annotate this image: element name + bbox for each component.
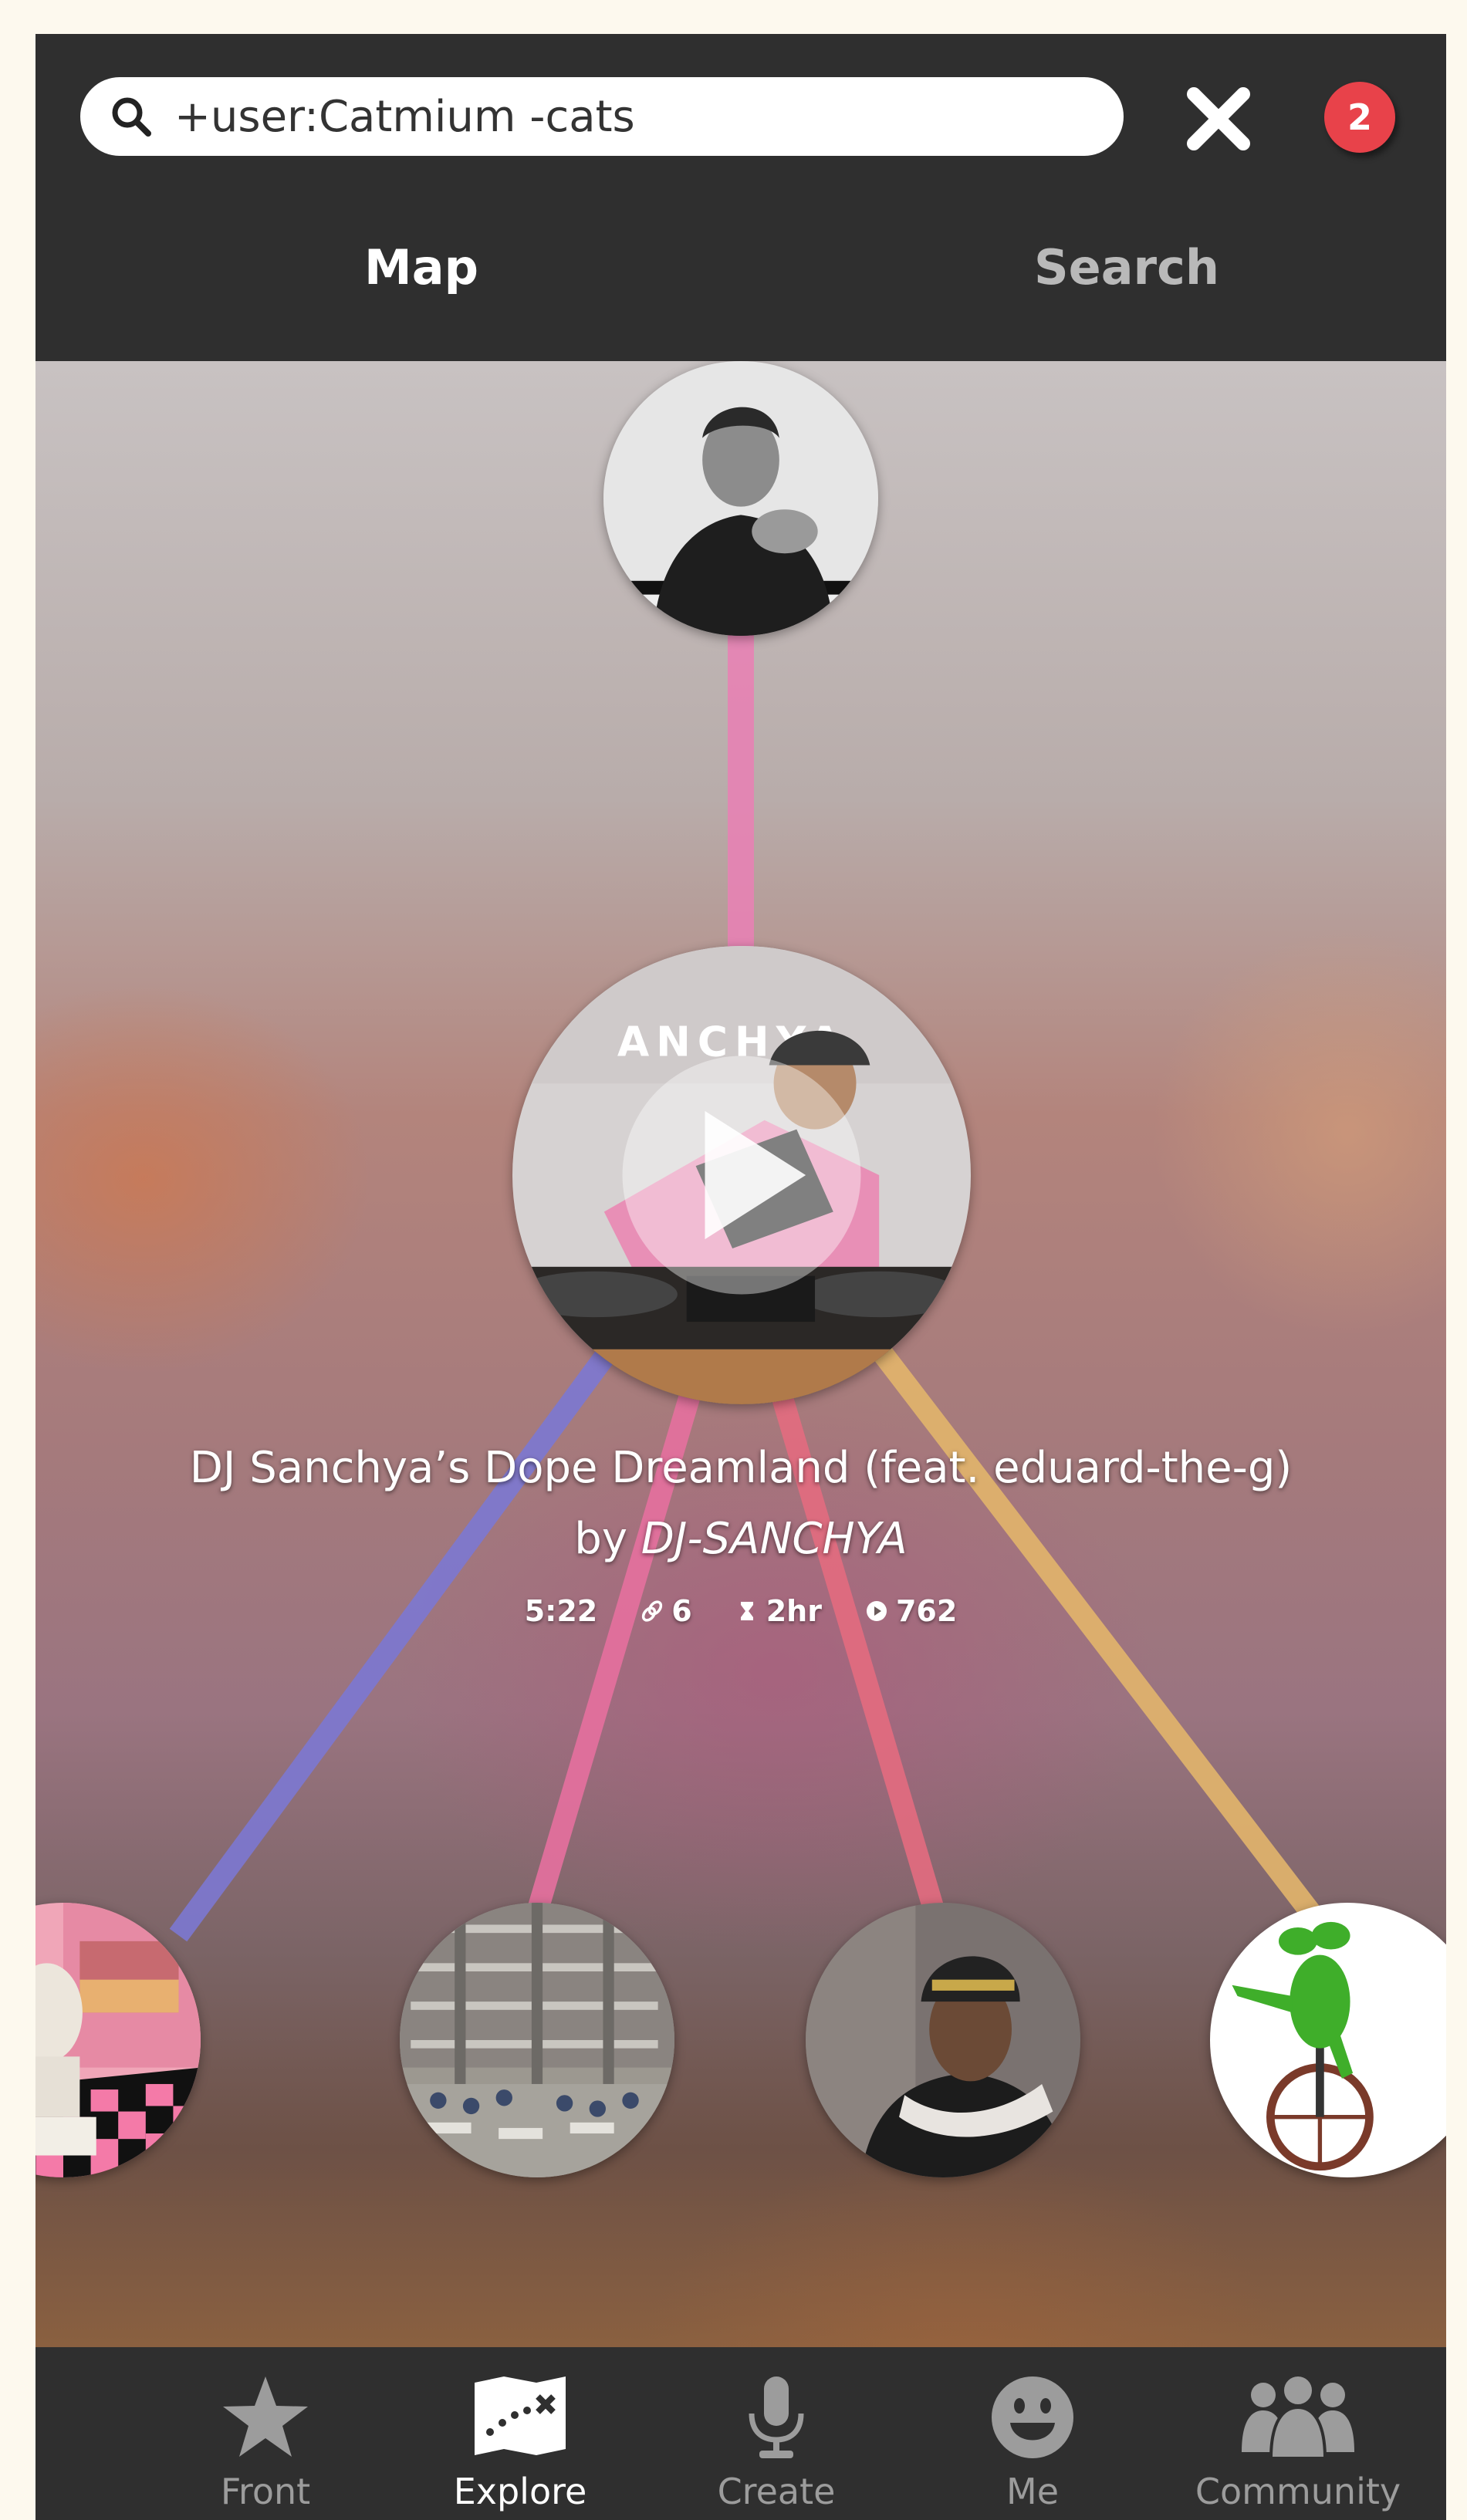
duration-value: 5:22 bbox=[524, 1594, 598, 1628]
nav-front-label: Front bbox=[220, 2471, 311, 2512]
age-value: 2hr bbox=[766, 1594, 822, 1628]
tab-search[interactable]: Search bbox=[895, 239, 1358, 296]
link-icon bbox=[642, 1600, 663, 1622]
related-track-node-3[interactable] bbox=[806, 1903, 1080, 2177]
people-icon bbox=[1242, 2375, 1354, 2460]
app-frame: 2 Map Search bbox=[35, 34, 1446, 2520]
nav-community-label: Community bbox=[1195, 2471, 1401, 2512]
track-title[interactable]: DJ Sanchya’s Dope Dreamland (feat. eduar… bbox=[35, 1443, 1446, 1493]
nav-explore[interactable]: Explore bbox=[397, 2347, 644, 2520]
portrait-thumbnail bbox=[603, 361, 878, 636]
search-bar[interactable] bbox=[80, 77, 1124, 156]
age-stat: 2hr bbox=[735, 1594, 822, 1628]
nav-create[interactable]: Create bbox=[653, 2347, 900, 2520]
related-track-node-2[interactable] bbox=[400, 1903, 674, 2177]
hourglass-icon bbox=[740, 1602, 753, 1620]
current-track-node[interactable]: ANCHYA bbox=[512, 946, 971, 1404]
close-button[interactable] bbox=[1183, 83, 1254, 154]
track-artist-line: by DJ-SANCHYA bbox=[35, 1514, 1446, 1564]
star-icon bbox=[223, 2376, 308, 2457]
play-count-icon bbox=[866, 1601, 887, 1621]
close-icon bbox=[1187, 87, 1250, 150]
bottom-nav: Front Explore Create Me Community bbox=[35, 2347, 1446, 2520]
artist-link[interactable]: DJ-SANCHYA bbox=[641, 1514, 908, 1564]
search-input[interactable] bbox=[174, 91, 1062, 142]
tab-map[interactable]: Map bbox=[190, 239, 653, 296]
nav-community[interactable]: Community bbox=[1175, 2347, 1421, 2520]
related-track-node-top[interactable] bbox=[603, 361, 878, 636]
by-label: by bbox=[574, 1514, 641, 1564]
links-value: 6 bbox=[671, 1594, 692, 1628]
rapper-thumbnail bbox=[806, 1903, 1080, 2177]
nav-me-label: Me bbox=[1006, 2471, 1059, 2512]
nav-create-label: Create bbox=[717, 2471, 836, 2512]
track-stats: 5:22 6 2hr 762 bbox=[35, 1594, 1446, 1628]
track-map[interactable]: ANCHYA DJ Sanchya’s Dope Dreamland (feat… bbox=[35, 361, 1446, 2347]
play-icon[interactable] bbox=[512, 946, 971, 1404]
notification-badge[interactable]: 2 bbox=[1324, 82, 1395, 153]
nav-front[interactable]: Front bbox=[142, 2347, 389, 2520]
links-stat: 6 bbox=[641, 1594, 692, 1628]
atrium-thumbnail bbox=[400, 1903, 674, 2177]
nav-explore-label: Explore bbox=[453, 2471, 587, 2512]
plays-stat: 762 bbox=[865, 1594, 957, 1628]
nav-me[interactable]: Me bbox=[909, 2347, 1156, 2520]
link-line-right bbox=[852, 1319, 1337, 1942]
top-bar: 2 Map Search bbox=[35, 34, 1446, 361]
plays-value: 762 bbox=[895, 1594, 958, 1628]
microphone-icon bbox=[749, 2376, 804, 2458]
duration-stat: 5:22 bbox=[525, 1594, 598, 1628]
smiley-icon bbox=[992, 2376, 1073, 2458]
map-icon bbox=[475, 2376, 566, 2455]
search-icon bbox=[112, 97, 151, 137]
